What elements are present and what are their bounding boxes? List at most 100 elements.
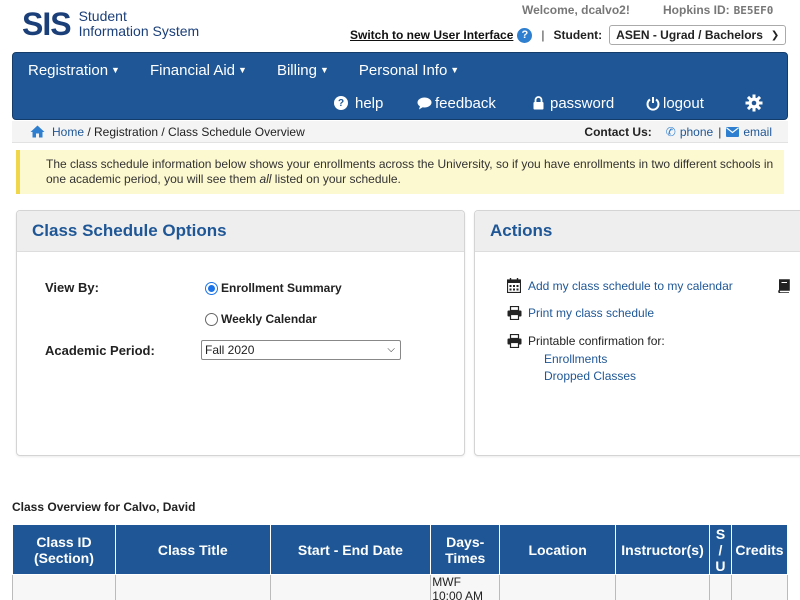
- power-icon: [646, 96, 660, 111]
- main-navbar: Registration ▼ Financial Aid ▼ Billing ▼ Pe…: [12, 52, 788, 120]
- logout-link[interactable]: logout: [646, 91, 704, 115]
- academic-period-select[interactable]: Fall 2020 ⌵: [201, 340, 401, 360]
- col-class-id[interactable]: Class ID (Section): [12, 524, 116, 575]
- divider: |: [718, 125, 722, 139]
- feedback-link[interactable]: feedback: [417, 91, 496, 115]
- col-credits[interactable]: Credits: [730, 524, 789, 575]
- print-schedule-action[interactable]: Print my class schedule: [507, 306, 654, 320]
- table-row: MWF 10:00 AM: [12, 574, 789, 600]
- cell-instructor: [615, 574, 710, 600]
- cell-su: [709, 574, 732, 600]
- switch-ui-link[interactable]: Switch to new User Interface: [350, 28, 513, 42]
- settings-button[interactable]: [745, 91, 763, 115]
- hopkins-id-label: Hopkins ID:: [663, 3, 730, 17]
- chevron-down-icon: ❯: [770, 29, 780, 41]
- view-by-label: View By:: [45, 280, 99, 295]
- enrollments-link[interactable]: Enrollments: [544, 352, 607, 366]
- caret-down-icon: ▼: [450, 65, 460, 75]
- feedback-label: feedback: [435, 94, 496, 112]
- nav-personal-info[interactable]: Personal Info ▼: [359, 62, 459, 79]
- phone-icon: ✆: [665, 125, 676, 139]
- caret-down-icon: ▼: [238, 65, 247, 75]
- question-icon: ?: [334, 96, 348, 110]
- logout-label: logout: [663, 94, 704, 112]
- dropped-classes-link[interactable]: Dropped Classes: [544, 369, 636, 383]
- panel-title: Actions: [475, 211, 800, 252]
- cell-credits: [730, 574, 789, 600]
- cell-location: [499, 574, 617, 600]
- col-days-line1: Days-: [446, 533, 485, 550]
- book-icon[interactable]: [777, 279, 791, 293]
- col-instructors[interactable]: Instructor(s): [615, 524, 710, 575]
- add-calendar-link[interactable]: Add my class schedule to my calendar: [528, 279, 733, 293]
- calendar-icon: [507, 278, 521, 293]
- welcome-text: Welcome, dcalvo2!: [522, 3, 630, 17]
- cell-time: 10:00 AM: [432, 589, 483, 600]
- lock-icon: [533, 96, 544, 110]
- nav-registration[interactable]: Registration ▼: [28, 62, 120, 79]
- col-start-end-date[interactable]: Start - End Date: [269, 524, 432, 575]
- gear-icon: [745, 94, 763, 112]
- question-icon[interactable]: ?: [517, 27, 533, 43]
- class-overview-title: Class Overview for Calvo, David: [12, 500, 196, 514]
- nav-personal-info-label: Personal Info: [358, 61, 448, 79]
- period-select-value: Fall 2020: [205, 343, 255, 357]
- notice-text-emphasis: all: [259, 172, 272, 186]
- radio-weekly-calendar[interactable]: Weekly Calendar: [205, 312, 317, 326]
- nav-billing[interactable]: Billing ▼: [277, 62, 329, 79]
- password-label: password: [550, 94, 615, 112]
- contact-phone-link[interactable]: phone: [680, 125, 713, 139]
- caret-down-icon: ▼: [111, 65, 120, 75]
- cell-days: MWF: [432, 575, 461, 589]
- divider: |: [541, 28, 545, 42]
- panel-title: Class Schedule Options: [17, 211, 464, 252]
- logo-line1: Student: [78, 8, 127, 24]
- col-location[interactable]: Location: [499, 524, 617, 575]
- nav-financial-aid[interactable]: Financial Aid ▼: [150, 62, 247, 79]
- printable-confirmation: Printable confirmation for:: [507, 334, 665, 348]
- password-link[interactable]: password: [533, 91, 614, 115]
- student-select-value: ASEN - Ugrad / Bachelors: [616, 28, 763, 42]
- logo-line2: Information System: [78, 23, 200, 39]
- envelope-icon: [726, 127, 740, 137]
- help-label: help: [355, 94, 384, 112]
- breadcrumb-home[interactable]: Home: [52, 125, 84, 139]
- student-select[interactable]: ASEN - Ugrad / Bachelors ❯: [609, 25, 787, 45]
- schedule-options-panel: Class Schedule Options View By: Enrollme…: [16, 210, 465, 456]
- nav-billing-label: Billing: [276, 61, 317, 79]
- col-days-times[interactable]: Days- Times: [430, 524, 501, 575]
- col-class-id-line2: (Section): [34, 549, 94, 566]
- col-class-id-line1: Class ID: [36, 533, 92, 550]
- print-schedule-link[interactable]: Print my class schedule: [528, 306, 654, 320]
- logo-main: SIS: [22, 6, 72, 42]
- academic-period-label: Academic Period:: [45, 343, 155, 358]
- radio-unselected-icon: [205, 312, 218, 326]
- printer-icon: [507, 334, 522, 348]
- radio-enrollment-summary[interactable]: Enrollment Summary: [205, 281, 342, 295]
- col-su-line2: /: [718, 541, 723, 558]
- class-overview-table: Class ID (Section) Class Title Start - En…: [12, 524, 789, 600]
- nav-registration-label: Registration: [28, 61, 109, 79]
- col-su[interactable]: S / U: [709, 524, 732, 575]
- printer-icon: [507, 306, 522, 320]
- notice-text-b: listed on your schedule.: [271, 172, 401, 186]
- chat-bubble-icon: [417, 97, 432, 109]
- cell-dates: [269, 574, 432, 600]
- hopkins-id: Hopkins ID: BE5EF0: [663, 3, 773, 17]
- cell-class-title: [114, 574, 271, 600]
- caret-down-icon: ▼: [319, 65, 329, 75]
- nav-financial-aid-label: Financial Aid: [149, 61, 236, 79]
- radio-selected-icon: [205, 281, 218, 295]
- radio-summary-label: Enrollment Summary: [221, 281, 342, 295]
- chevron-down-icon: ⌵: [387, 344, 395, 355]
- ui-switch-row: Switch to new User Interface ? | Student…: [350, 25, 787, 45]
- add-calendar-action[interactable]: Add my class schedule to my calendar: [507, 278, 733, 293]
- cell-class-id: [12, 574, 116, 600]
- sis-logo[interactable]: SIS Student Information System: [22, 6, 199, 42]
- col-class-title[interactable]: Class Title: [114, 524, 271, 575]
- contact-email-link[interactable]: email: [743, 125, 772, 139]
- col-days-line2: Times: [445, 549, 486, 566]
- help-link[interactable]: ? help: [334, 91, 383, 115]
- cell-days-times: MWF 10:00 AM: [430, 574, 501, 600]
- student-label: Student:: [553, 28, 603, 42]
